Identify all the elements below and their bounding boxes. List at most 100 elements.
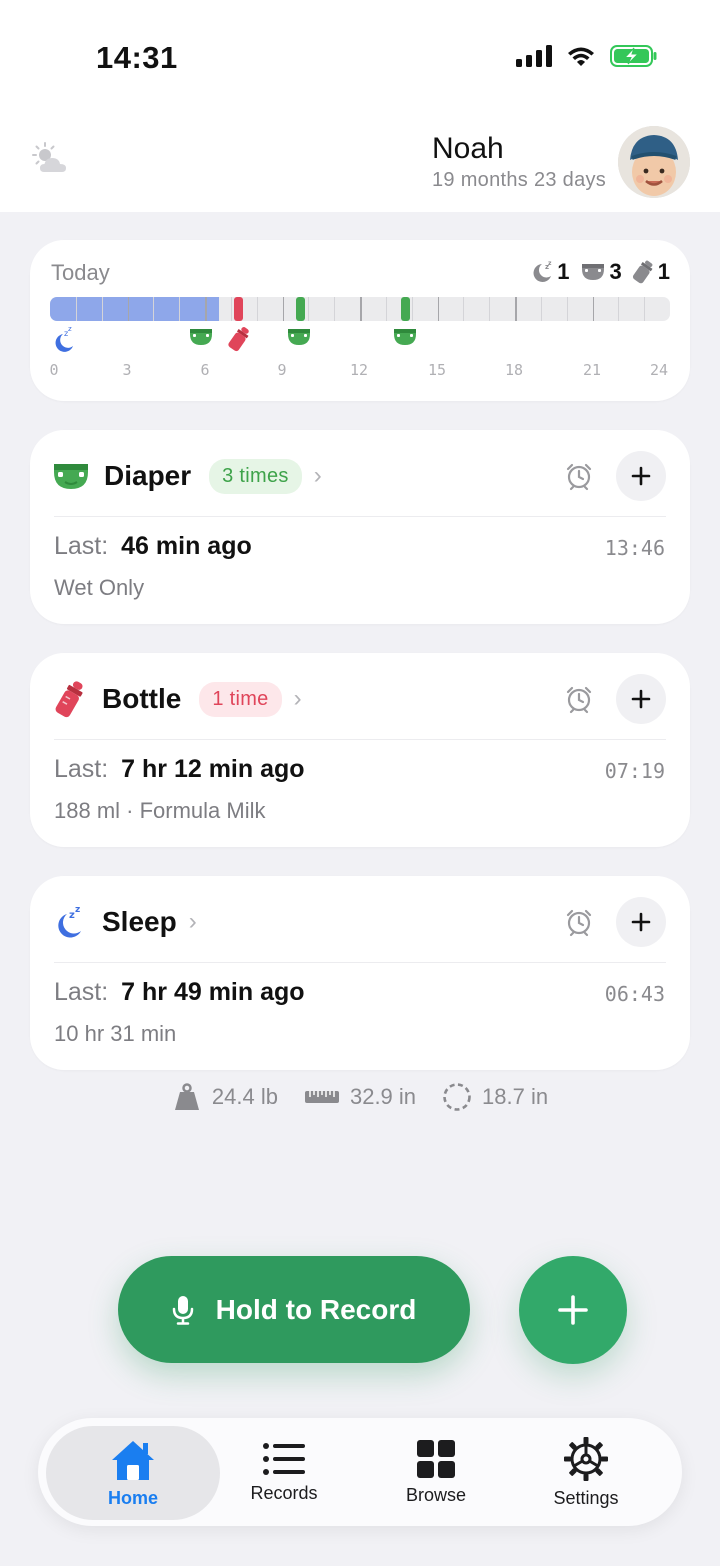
diaper-icon bbox=[394, 329, 416, 345]
bottle-icon bbox=[55, 681, 83, 718]
day-timeline[interactable] bbox=[50, 297, 670, 321]
bottle-title: Bottle bbox=[102, 683, 182, 714]
timeline-tick bbox=[360, 297, 362, 321]
home-icon bbox=[112, 1440, 154, 1480]
timeline-axis-label: 0 bbox=[49, 361, 59, 379]
microphone-icon bbox=[172, 1295, 193, 1325]
sleep-moon-icon: z z bbox=[55, 326, 73, 352]
plus-icon bbox=[558, 1295, 588, 1325]
timeline-bottle-mark bbox=[234, 297, 243, 321]
timeline-axis-label: 21 bbox=[582, 361, 602, 379]
diaper-icon bbox=[190, 329, 212, 345]
sleep-title: Sleep bbox=[102, 906, 177, 937]
add-diaper-button[interactable] bbox=[616, 451, 666, 501]
tab-settings[interactable]: Settings bbox=[526, 1418, 646, 1526]
svg-text:z: z bbox=[68, 326, 72, 333]
wifi-icon bbox=[568, 47, 594, 66]
diaper-detail: Wet Only bbox=[54, 575, 145, 600]
bottle-card[interactable]: Bottle 1 time › Last: 7 hr 12 min ago 07… bbox=[30, 653, 690, 847]
timeline-tick bbox=[230, 297, 232, 321]
tab-records[interactable]: Records bbox=[224, 1418, 344, 1526]
timeline-tick bbox=[644, 297, 646, 321]
status-icons bbox=[516, 44, 658, 68]
bottle-header[interactable]: Bottle 1 time › bbox=[52, 677, 302, 721]
last-label: Last: bbox=[54, 532, 109, 560]
add-bottle-button[interactable] bbox=[616, 674, 666, 724]
timeline-tick bbox=[411, 297, 413, 321]
record-label: Hold to Record bbox=[215, 1293, 417, 1325]
diaper-header[interactable]: Diaper 3 times › bbox=[52, 454, 322, 498]
sleep-card[interactable]: z z Sleep › Last: 7 hr 49 min ago 06:43 … bbox=[30, 876, 690, 1070]
tab-browse-label: Browse bbox=[405, 1484, 467, 1505]
diaper-count-badge[interactable]: 3 times bbox=[209, 458, 302, 494]
diaper-count: 3 bbox=[609, 259, 622, 284]
sleep-count: 1 bbox=[557, 259, 570, 284]
add-sleep-button[interactable] bbox=[616, 897, 666, 947]
today-title: Today bbox=[51, 260, 110, 285]
baby-age: 19 months 23 days bbox=[432, 169, 607, 191]
tab-home-label: Home bbox=[107, 1487, 158, 1508]
timeline-tick bbox=[489, 297, 491, 321]
chevron-right-icon[interactable]: › bbox=[294, 685, 302, 713]
growth-metrics[interactable]: 24.4 lb 32.9 in 18.7 in bbox=[0, 1082, 720, 1112]
weight-metric[interactable]: 24.4 lb bbox=[172, 1082, 278, 1112]
plus-icon bbox=[631, 689, 651, 709]
timeline-tick bbox=[618, 297, 620, 321]
diaper-icon bbox=[288, 329, 310, 345]
sleep-last-time: 06:43 bbox=[604, 982, 665, 1006]
timeline-tick bbox=[282, 297, 284, 321]
add-record-button[interactable] bbox=[519, 1256, 627, 1364]
bottle-icon bbox=[632, 260, 653, 284]
today-summary-card[interactable]: Today z z 1 3 1 z z 0 3 6 9 12 15 18 21 … bbox=[30, 240, 690, 401]
alarm-clock-icon[interactable] bbox=[564, 907, 594, 937]
timeline-tick bbox=[127, 297, 129, 321]
bottle-last-value: 7 hr 12 min ago bbox=[121, 755, 305, 783]
svg-text:z: z bbox=[75, 905, 80, 915]
head-value: 18.7 in bbox=[482, 1084, 549, 1109]
baby-name[interactable]: Noah bbox=[432, 132, 504, 166]
weather-icon[interactable] bbox=[32, 142, 70, 176]
diaper-title: Diaper bbox=[104, 460, 192, 491]
divider bbox=[54, 962, 666, 963]
sleep-header[interactable]: z z Sleep › bbox=[52, 900, 197, 944]
tab-home[interactable]: Home bbox=[46, 1426, 220, 1520]
timeline-tick bbox=[592, 297, 594, 321]
weight-icon bbox=[174, 1083, 199, 1110]
avatar[interactable] bbox=[618, 126, 690, 198]
timeline-axis-label: 12 bbox=[349, 361, 369, 379]
timeline-tick bbox=[566, 297, 568, 321]
timeline-tick bbox=[75, 297, 77, 321]
timeline-diaper-mark bbox=[296, 297, 305, 321]
diaper-last: Last: 46 min ago bbox=[54, 532, 252, 561]
bottle-count: 1 bbox=[657, 259, 670, 284]
height-value: 32.9 in bbox=[349, 1084, 417, 1109]
gear-icon bbox=[564, 1436, 608, 1481]
sleep-last: Last: 7 hr 49 min ago bbox=[54, 978, 305, 1007]
diaper-icon bbox=[581, 264, 604, 280]
alarm-clock-icon[interactable] bbox=[564, 461, 594, 491]
timeline-tick bbox=[334, 297, 336, 321]
hold-to-record-button[interactable]: Hold to Record bbox=[118, 1256, 470, 1363]
plus-icon bbox=[631, 912, 651, 932]
bottle-last: Last: 7 hr 12 min ago bbox=[54, 755, 305, 784]
header: 14:31 Noah 19 months 23 days bbox=[0, 0, 720, 212]
timeline-diaper-mark bbox=[401, 297, 410, 321]
ruler-icon bbox=[304, 1091, 339, 1103]
diaper-icon bbox=[54, 464, 88, 489]
head-metric[interactable]: 18.7 in bbox=[442, 1082, 548, 1112]
alarm-clock-icon[interactable] bbox=[564, 684, 594, 714]
timeline-axis-label: 3 bbox=[122, 361, 132, 379]
height-metric[interactable]: 32.9 in bbox=[304, 1082, 416, 1112]
tab-bar: Home Records Browse Settings bbox=[38, 1418, 682, 1526]
bottle-count-badge[interactable]: 1 time bbox=[199, 681, 282, 717]
timeline-tick bbox=[179, 297, 181, 321]
tab-browse[interactable]: Browse bbox=[376, 1418, 496, 1526]
timeline-axis-label: 24 bbox=[649, 361, 669, 379]
sleep-moon-icon: z z bbox=[533, 260, 552, 282]
diaper-card[interactable]: Diaper 3 times › Last: 46 min ago 13:46 … bbox=[30, 430, 690, 624]
timeline-tick bbox=[437, 297, 439, 321]
chevron-right-icon[interactable]: › bbox=[314, 462, 322, 490]
signal-icon bbox=[516, 45, 552, 67]
timeline-axis-label: 6 bbox=[200, 361, 210, 379]
chevron-right-icon[interactable]: › bbox=[189, 908, 197, 936]
